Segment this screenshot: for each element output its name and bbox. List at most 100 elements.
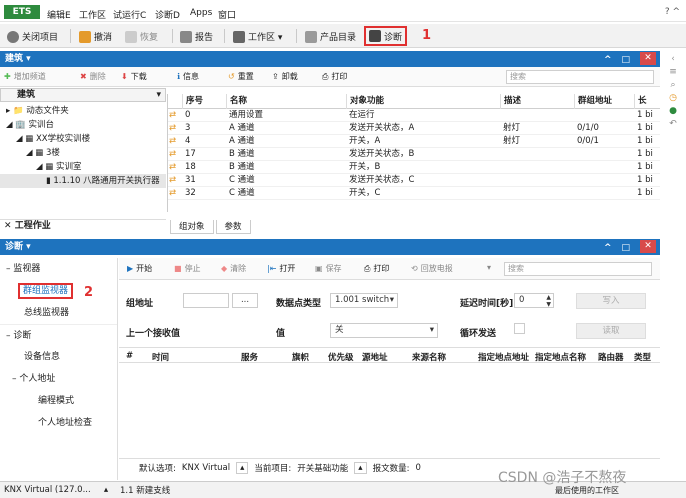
build-search-input[interactable]: 搜索 [506, 70, 654, 84]
download-button[interactable]: ⬇ 下载 [121, 71, 147, 82]
col-priority[interactable]: 优先级 [328, 351, 354, 363]
info-button[interactable]: ℹ 信息 [177, 71, 199, 82]
dpt-select[interactable]: 1.001 switch ▾ [330, 293, 398, 308]
write-button[interactable]: 写入 [576, 293, 646, 309]
group-address-input[interactable] [183, 293, 229, 308]
sidebar-item-bus-monitor[interactable]: 总线监视器 [0, 302, 117, 324]
section-diagnostic[interactable]: – 诊断 [0, 324, 117, 346]
col-flags[interactable]: 旗帜 [292, 351, 309, 363]
undo-button[interactable]: 撤消 [76, 28, 115, 45]
start-button[interactable]: ▶ 开始 [127, 263, 152, 274]
col-service[interactable]: 服务 [241, 351, 258, 363]
read-button[interactable]: 读取 [576, 323, 646, 339]
menu-commission[interactable]: 试运行C [113, 8, 146, 21]
menu-workspace[interactable]: 工作区 [79, 8, 106, 21]
table-row[interactable]: ⇄ 17 B 通道 发送开关状态，B 1 bi [168, 148, 660, 161]
close-icon[interactable]: ✕ [640, 240, 656, 253]
unload-button[interactable]: ⇪ 卸载 [272, 71, 298, 82]
reset-button[interactable]: ↺ 重置 [228, 71, 254, 82]
stop-button[interactable]: ■ 停止 [174, 263, 201, 274]
loop-send-checkbox[interactable] [514, 323, 525, 334]
redo-button[interactable]: 恢复 [122, 28, 161, 45]
maximize-icon[interactable]: □ [621, 52, 630, 68]
delete-button[interactable]: ✖ 删除 [80, 71, 106, 82]
delay-stepper[interactable]: 0 ▲ ▼ [514, 293, 554, 308]
diag-panel-title[interactable]: 诊断 ▾ [5, 242, 31, 252]
tree-item[interactable]: ◢ ▦ 3楼 [0, 146, 166, 160]
help-icons[interactable]: ? ^ [665, 7, 680, 17]
col-function[interactable]: 对象功能 [346, 94, 500, 109]
clear-button[interactable]: ◆ 清除 [221, 263, 246, 274]
tree-item-selected[interactable]: ▮ 1.1.10 八路通用开关执行器 [0, 174, 166, 188]
table-row[interactable]: ⇄ 3 A 通道 发送开关状态，A 射灯 0/1/0 1 bi [168, 122, 660, 135]
replay-button[interactable]: ⟲ 回放电报 [411, 263, 453, 274]
menu-diagnostics[interactable]: 诊断D [155, 8, 180, 21]
col-router[interactable]: 路由器 [598, 351, 624, 363]
catalog-button[interactable]: 产品目录 [302, 28, 359, 45]
tree-item[interactable]: ▸ 📁 动态文件夹 [0, 104, 166, 118]
col-time[interactable]: 时间 [152, 351, 169, 363]
sidebar-item-device-info[interactable]: 设备信息 [0, 346, 117, 368]
col-group-address[interactable]: 群组地址 [574, 94, 634, 109]
diagnostics-button[interactable]: 诊断 [364, 26, 408, 46]
workspace-button[interactable]: 工作区 ▾ [230, 28, 285, 45]
col-dest-name[interactable]: 指定地点名称 [535, 351, 586, 363]
table-row[interactable]: ⇄ 4 A 通道 开关，A 射灯 0/0/1 1 bi [168, 135, 660, 148]
report-button[interactable]: 报告 [177, 28, 216, 45]
col-number[interactable]: 序号 [182, 94, 226, 109]
diag-search-input[interactable]: 搜索 [504, 262, 652, 276]
chevron-down-icon[interactable]: ▾ [487, 263, 491, 272]
print-button[interactable]: ⎙ 打印 [364, 263, 389, 274]
col-index[interactable]: # [126, 351, 133, 361]
history-icon[interactable]: ◷ [664, 93, 682, 106]
list-icon[interactable]: ≡ [664, 67, 682, 80]
search-icon[interactable]: ⌕ [664, 80, 682, 93]
close-icon[interactable]: ✕ [640, 52, 656, 65]
undo-icon[interactable]: ↶ [664, 119, 682, 132]
open-button[interactable]: |⇤ 打开 [267, 263, 295, 274]
chevron-up-icon[interactable]: ▴ [98, 485, 114, 495]
tab-parameters[interactable]: 参数 [215, 220, 251, 234]
build-panel-title[interactable]: 建筑 ▾ [5, 54, 31, 64]
interface-status[interactable]: KNX Virtual (127.0... [0, 485, 98, 495]
chevron-up-icon[interactable]: ^ [604, 240, 612, 256]
col-dest-address[interactable]: 指定地点地址 [478, 351, 529, 363]
chevron-up-icon[interactable]: ▴ [354, 461, 367, 474]
sidebar-item-group-monitor[interactable]: 群组监视器 2 [0, 280, 117, 302]
sidebar-item-address-check[interactable]: 个人地址检查 [0, 412, 117, 434]
menu-apps[interactable]: Apps [190, 8, 212, 18]
section-monitor[interactable]: – 监视器 [0, 258, 117, 280]
print-button[interactable]: ⎙ 打印 [322, 71, 347, 82]
col-description[interactable]: 描述 [500, 94, 574, 109]
chevron-up-icon[interactable]: ^ [604, 52, 612, 68]
value-select[interactable]: 关 ▾ [330, 323, 438, 338]
table-row[interactable]: ⇄ 0 通用设置 在运行 1 bi [168, 109, 660, 122]
col-source-name[interactable]: 来源名称 [412, 351, 446, 363]
play-icon[interactable]: ● [664, 106, 682, 119]
maximize-icon[interactable]: □ [621, 240, 630, 256]
ets-logo[interactable]: ETS [4, 5, 40, 19]
col-type[interactable]: 类型 [634, 351, 651, 363]
tree-item[interactable]: ◢ ▦ 实训室 [0, 160, 166, 174]
save-button[interactable]: ▣ 保存 [315, 263, 342, 274]
table-row[interactable]: ⇄ 18 B 通道 开关，B 1 bi [168, 161, 660, 174]
browse-button[interactable]: ... [232, 293, 258, 308]
col-name[interactable]: 名称 [226, 94, 346, 109]
tree-item[interactable]: ◢ 🏢 实训台 [0, 118, 166, 132]
menu-edit[interactable]: 编辑E [47, 8, 71, 21]
col-length[interactable]: 长 [634, 94, 660, 109]
collapse-icon[interactable]: ‹ [664, 54, 682, 67]
menu-window[interactable]: 窗口 [218, 8, 236, 21]
tab-group-objects[interactable]: 组对象 [170, 220, 214, 234]
tree-item[interactable]: ◢ ▦ XX学校实训楼 [0, 132, 166, 146]
sidebar-item-prog-mode[interactable]: 编程模式 [0, 390, 117, 412]
close-project-button[interactable]: 关闭项目 [4, 28, 61, 45]
col-source-address[interactable]: 源地址 [362, 351, 388, 363]
work-area-tab[interactable]: ✕ 工程作业 [0, 219, 166, 232]
section-individual-address[interactable]: – 个人地址 [0, 368, 117, 390]
chevron-up-icon[interactable]: ▴ [236, 461, 249, 474]
table-row[interactable]: ⇄ 32 C 通道 开关，C 1 bi [168, 187, 660, 200]
table-row[interactable]: ⇄ 31 C 通道 发送开关状态，C 1 bi [168, 174, 660, 187]
add-channel-button[interactable]: ✚ 增加频道 [4, 71, 46, 82]
tree-root-selector[interactable]: 建筑 ▾ [0, 88, 166, 102]
